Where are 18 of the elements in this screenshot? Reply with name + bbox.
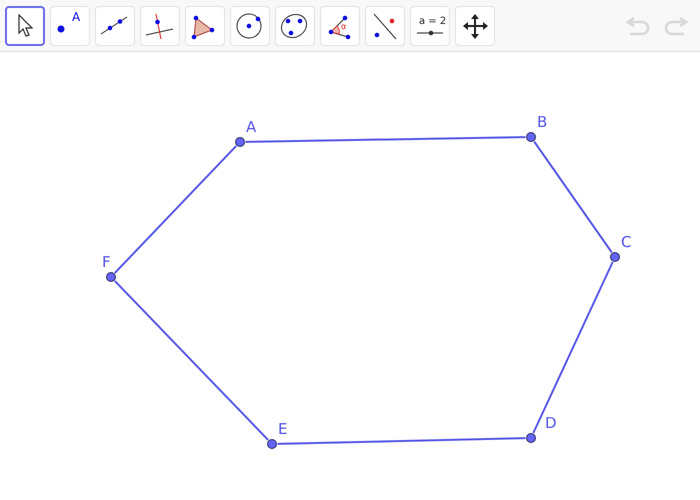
point-label: F	[102, 253, 111, 271]
point-marker[interactable]	[235, 137, 245, 147]
point-label: E	[278, 420, 288, 438]
point-marker[interactable]	[610, 252, 620, 262]
point-label: B	[537, 113, 548, 131]
point-marker[interactable]	[267, 439, 277, 449]
polygon-side-line[interactable]	[245, 136, 526, 143]
point-marker[interactable]	[526, 132, 536, 142]
point-label: D	[545, 414, 557, 432]
point-label: C	[621, 233, 632, 251]
point-marker[interactable]	[106, 272, 116, 282]
polygon-side-line[interactable]	[532, 262, 614, 434]
cursor-icon	[18, 14, 32, 37]
tool-button[interactable]	[5, 6, 45, 46]
polygon-side-line[interactable]	[277, 437, 526, 445]
point-label: A	[246, 118, 256, 136]
polygon-side-line[interactable]	[533, 140, 613, 254]
point-marker[interactable]	[526, 433, 536, 443]
